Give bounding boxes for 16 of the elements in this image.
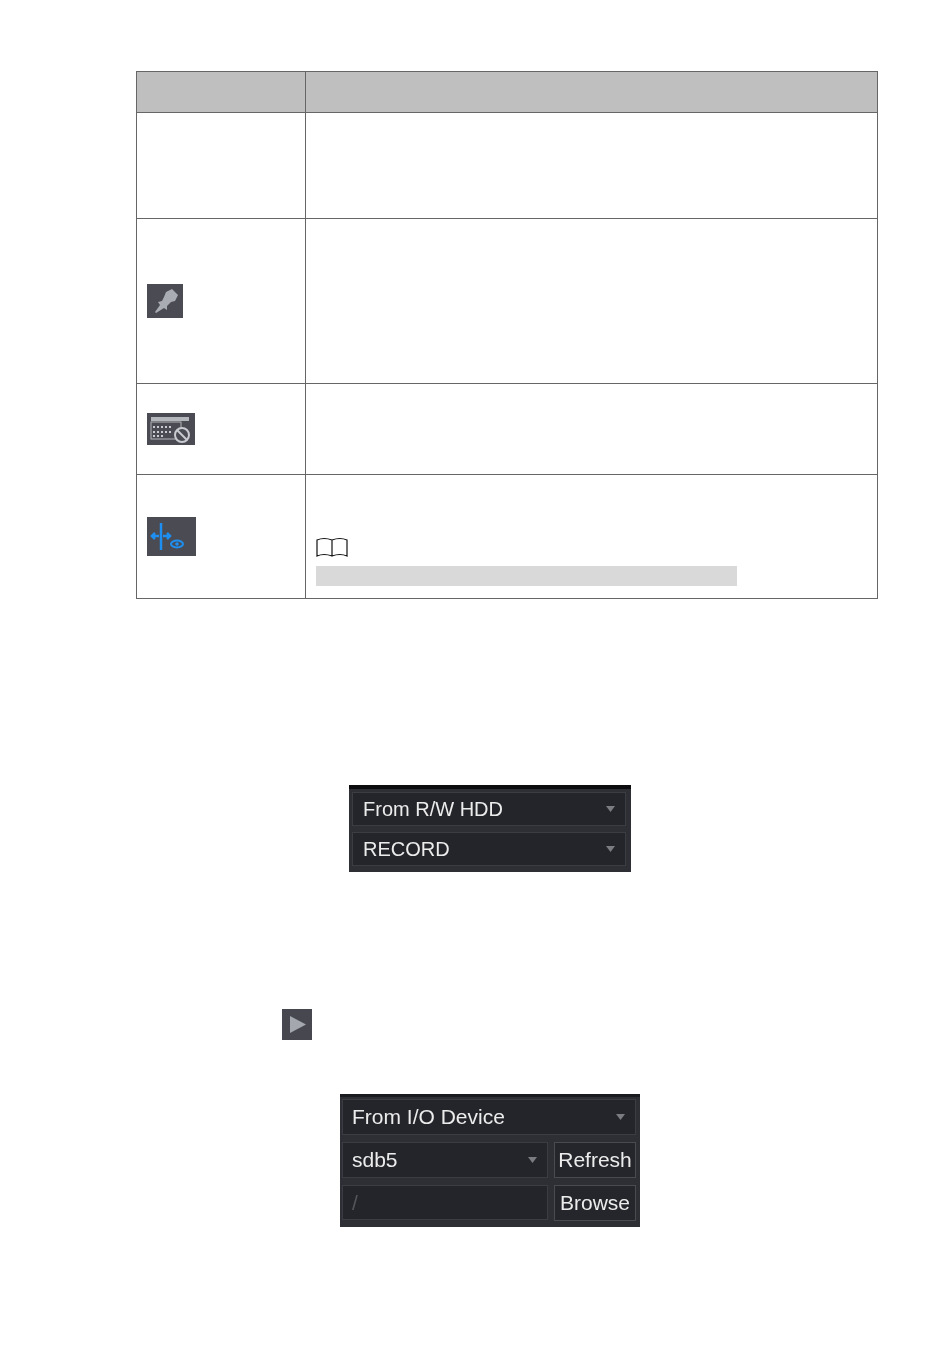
source-dropdown[interactable]: From I/O Device [342, 1099, 636, 1135]
caret-icon [616, 1114, 625, 1120]
refresh-button[interactable]: Refresh [554, 1142, 636, 1178]
pushpin-icon [147, 284, 183, 318]
device-dropdown[interactable]: sdb5 [342, 1142, 548, 1178]
browse-button[interactable]: Browse [554, 1185, 636, 1221]
caret-icon [606, 806, 615, 812]
dropdown[interactable]: RECORD [352, 832, 626, 866]
path-field[interactable]: / [342, 1185, 548, 1220]
caret-icon [606, 846, 615, 852]
book-icon [316, 537, 348, 558]
play-icon [282, 1009, 312, 1040]
dropdown[interactable]: From R/W HDD [352, 792, 626, 826]
calendar-blocked-icon [147, 413, 195, 445]
split-eye-icon [147, 517, 196, 556]
caret-icon [528, 1157, 537, 1163]
